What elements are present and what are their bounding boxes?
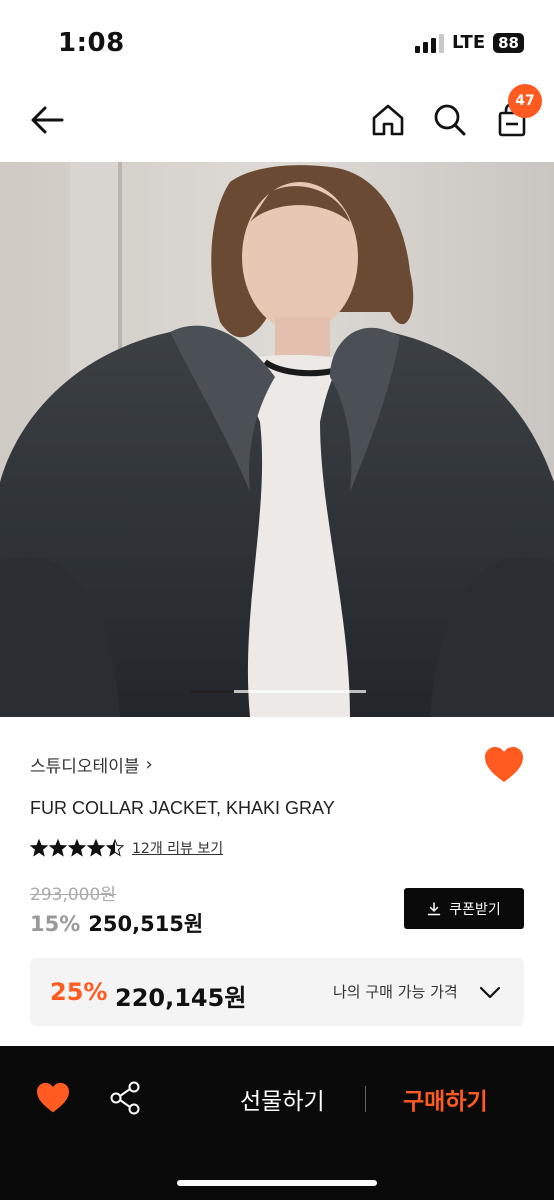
network-type: LTE [452, 32, 486, 53]
chevron-down-icon [479, 986, 501, 999]
arrow-left-icon[interactable] [26, 98, 70, 142]
rating-stars [30, 839, 124, 857]
sale-price: 250,515원 [88, 912, 204, 936]
my-price-label: 나의 구매 가능 가격 [333, 983, 458, 1001]
status-indicators: LTE 88 [415, 32, 524, 53]
home-indicator [177, 1180, 377, 1186]
home-icon[interactable] [368, 100, 408, 140]
product-photo [0, 162, 554, 717]
product-title: FUR COLLAR JACKET, KHAKI GRAY [30, 798, 335, 818]
battery-icon: 88 [493, 32, 524, 53]
download-icon [427, 901, 441, 915]
gift-button[interactable]: 선물하기 [240, 1082, 325, 1116]
product-image[interactable] [0, 162, 554, 717]
my-price: 220,145원 [115, 984, 247, 1012]
sale-price-row: 15% 250,515원 [30, 908, 203, 938]
image-carousel-indicator [190, 690, 366, 693]
star-icon [87, 839, 105, 857]
nav-bar: 47 [0, 80, 554, 162]
coupon-button-label: 쿠폰받기 [449, 901, 501, 918]
star-icon [49, 839, 67, 857]
my-discount-percent: 25% [50, 978, 108, 1006]
status-time: 1:08 [58, 28, 125, 58]
star-icon [68, 839, 86, 857]
divider [365, 1086, 366, 1112]
star-icon [106, 839, 124, 857]
discount-percent: 15% [30, 912, 81, 936]
star-icon [30, 839, 48, 857]
share-icon[interactable] [108, 1080, 142, 1116]
heart-icon[interactable] [484, 746, 524, 784]
buy-button[interactable]: 구매하기 [403, 1082, 488, 1116]
status-bar: 1:08 LTE 88 [0, 0, 554, 80]
coupon-button[interactable]: 쿠폰받기 [404, 888, 524, 929]
signal-icon [415, 33, 445, 53]
brand-link[interactable]: 스튜디오테이블 › [30, 752, 153, 777]
original-price: 293,000원 [30, 885, 116, 905]
bottom-action-bar: 선물하기 구매하기 [0, 1046, 554, 1200]
rating-row: 12개 리뷰 보기 [30, 838, 223, 858]
review-link[interactable]: 12개 리뷰 보기 [132, 838, 223, 858]
heart-icon[interactable] [36, 1082, 70, 1114]
cart-count-badge: 47 [508, 84, 542, 118]
brand-name: 스튜디오테이블 [30, 757, 140, 777]
search-icon[interactable] [430, 100, 470, 140]
my-price-box[interactable]: 25% 220,145원 나의 구매 가능 가격 [30, 958, 524, 1026]
chevron-right-icon: › [145, 754, 153, 775]
